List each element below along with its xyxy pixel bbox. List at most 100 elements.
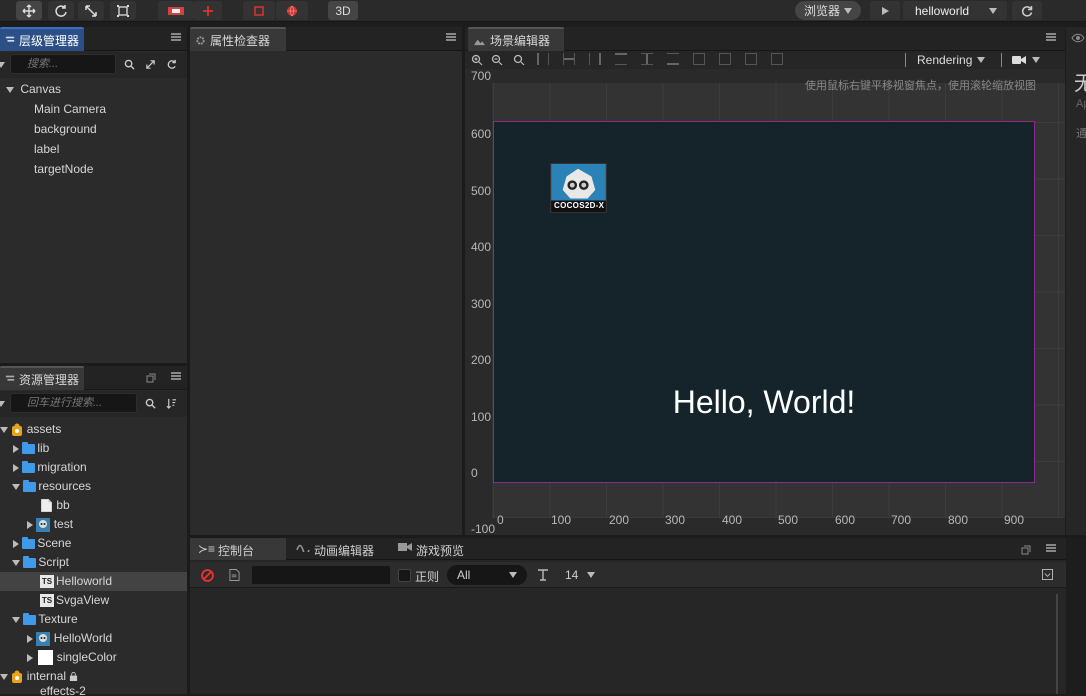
- zoom-out-icon[interactable]: [491, 54, 503, 66]
- tree-node[interactable]: targetNode: [34, 160, 93, 179]
- design-canvas[interactable]: COCOS2D-X Hello, World!: [493, 121, 1035, 483]
- y-tick: 100: [471, 410, 492, 424]
- expand-arrow-icon: [6, 86, 14, 93]
- panel-menu-icon[interactable]: [171, 372, 181, 380]
- panel-menu-icon[interactable]: [446, 33, 456, 41]
- asset-sprite-helloworld[interactable]: HelloWorld: [27, 629, 112, 648]
- tab-assets[interactable]: 资源管理器: [0, 366, 84, 390]
- browser-select[interactable]: 浏览器: [795, 1, 861, 20]
- asset-label: migration: [37, 460, 87, 474]
- mode-3d-button[interactable]: 3D: [328, 1, 358, 20]
- asset-folder-scene[interactable]: Scene: [13, 534, 71, 553]
- asset-folder-effects[interactable]: effects-2: [40, 686, 86, 696]
- asset-folder-lib[interactable]: lib: [13, 439, 49, 458]
- distribute-top-icon[interactable]: [745, 53, 757, 65]
- chevron-down-icon[interactable]: [0, 401, 5, 407]
- asset-root-internal[interactable]: internal: [0, 667, 78, 686]
- horizontal-splitter[interactable]: [190, 535, 1086, 538]
- tab-animation-label: 动画编辑器: [314, 544, 375, 558]
- tab-animation[interactable]: 动画编辑器: [296, 542, 374, 559]
- align-top-icon[interactable]: [615, 53, 627, 65]
- tab-scene[interactable]: 场景编辑器: [468, 27, 564, 51]
- tab-inspector[interactable]: 属性检查器: [190, 27, 286, 51]
- tab-game-preview[interactable]: 游戏预览: [398, 542, 464, 559]
- tab-inspector-label: 属性检查器: [210, 33, 271, 48]
- scene-viewport[interactable]: 使用鼠标右键平移视窗焦点，使用滚轮缩放视图 COCOS2D-X Hello, W…: [465, 69, 1065, 535]
- assets-search-bar: 回车进行搜索...: [0, 391, 187, 417]
- popout-icon[interactable]: [146, 373, 156, 383]
- move-tool-button[interactable]: [16, 1, 42, 20]
- panel-menu-icon[interactable]: [1046, 33, 1056, 41]
- eye-icon[interactable]: [1071, 33, 1085, 43]
- font-size-select[interactable]: 14: [559, 565, 601, 585]
- vertical-splitter[interactable]: [462, 27, 465, 535]
- gizmo-global-button[interactable]: [276, 1, 308, 20]
- console-scrollbar[interactable]: [1056, 594, 1058, 694]
- search-icon[interactable]: [124, 59, 135, 70]
- asset-folder-script[interactable]: Script: [12, 553, 69, 572]
- asset-script-helloworld[interactable]: TS Helloworld: [40, 572, 112, 591]
- right-glyph: 无: [1074, 73, 1086, 95]
- tree-node-canvas[interactable]: Canvas: [6, 80, 61, 99]
- camera-select[interactable]: [1012, 52, 1040, 68]
- tab-console[interactable]: ≻≡ 控制台: [190, 538, 286, 560]
- asset-sprite-singlecolor[interactable]: singleColor: [27, 648, 117, 667]
- vertical-splitter[interactable]: [187, 27, 190, 694]
- tree-node[interactable]: background: [34, 120, 97, 139]
- chevron-down-icon[interactable]: [0, 62, 5, 68]
- hello-label[interactable]: Hello, World!: [654, 384, 874, 421]
- align-center-h-icon[interactable]: [563, 53, 575, 65]
- panel-menu-icon[interactable]: [171, 33, 181, 41]
- sort-icon[interactable]: [166, 398, 177, 409]
- console-filter-input[interactable]: [251, 565, 391, 585]
- play-button[interactable]: [870, 1, 900, 20]
- zoom-in-icon[interactable]: [471, 54, 483, 66]
- asset-root-assets[interactable]: assets: [0, 420, 61, 439]
- horizontal-splitter[interactable]: [0, 363, 187, 366]
- collapse-icon[interactable]: [145, 59, 156, 70]
- collapse-arrow-icon: [13, 539, 19, 548]
- assets-search-input[interactable]: 回车进行搜索...: [10, 393, 137, 413]
- search-icon[interactable]: [145, 398, 156, 409]
- hierarchy-search-input[interactable]: 搜索...: [10, 54, 116, 74]
- asset-folder-resources[interactable]: resources: [12, 477, 91, 496]
- collapse-log-icon[interactable]: [1042, 569, 1053, 580]
- log-file-icon[interactable]: [229, 569, 240, 581]
- console-toolbar: 正则 All 14: [190, 562, 1066, 588]
- distribute-bottom-icon[interactable]: [771, 53, 783, 65]
- asset-folder-migration[interactable]: migration: [13, 458, 87, 477]
- log-level-select[interactable]: All: [447, 565, 527, 585]
- align-bottom-icon[interactable]: [667, 53, 679, 65]
- panel-menu-icon[interactable]: [1046, 544, 1056, 552]
- asset-file-bb[interactable]: bb: [40, 496, 70, 515]
- divider: [905, 53, 906, 67]
- zoom-reset-icon[interactable]: [513, 54, 525, 66]
- log-level-label: All: [457, 568, 471, 582]
- pivot-toggle-button[interactable]: [158, 1, 194, 20]
- rect-tool-button[interactable]: [110, 1, 136, 20]
- tab-hierarchy[interactable]: 层级管理器: [0, 27, 84, 51]
- rotate-tool-button[interactable]: [48, 1, 74, 20]
- asset-script-svgaview[interactable]: TS SvgaView: [40, 591, 109, 610]
- regex-checkbox[interactable]: [398, 569, 411, 582]
- coordinate-toggle-button[interactable]: [194, 1, 222, 20]
- distribute-h-icon[interactable]: [693, 53, 705, 65]
- refresh-button[interactable]: [1012, 1, 1042, 20]
- asset-sprite-test[interactable]: test: [27, 515, 73, 534]
- clear-icon[interactable]: [201, 569, 214, 582]
- rendering-select[interactable]: Rendering: [917, 52, 986, 68]
- tree-node[interactable]: label: [34, 140, 59, 159]
- align-left-icon[interactable]: [537, 53, 549, 65]
- align-right-icon[interactable]: [589, 53, 601, 65]
- distribute-v-icon[interactable]: [719, 53, 731, 65]
- asset-folder-texture[interactable]: Texture: [12, 610, 78, 629]
- refresh-icon[interactable]: [166, 59, 177, 70]
- align-center-v-icon[interactable]: [641, 53, 653, 65]
- cocos-image-icon: [36, 517, 51, 532]
- popout-icon[interactable]: [1021, 545, 1031, 555]
- cocos-logo-sprite[interactable]: COCOS2D-X: [550, 163, 607, 213]
- scene-select[interactable]: helloworld: [903, 1, 1007, 20]
- scale-tool-button[interactable]: [78, 1, 104, 20]
- gizmo-local-button[interactable]: [243, 1, 275, 20]
- tree-node[interactable]: Main Camera: [34, 100, 106, 119]
